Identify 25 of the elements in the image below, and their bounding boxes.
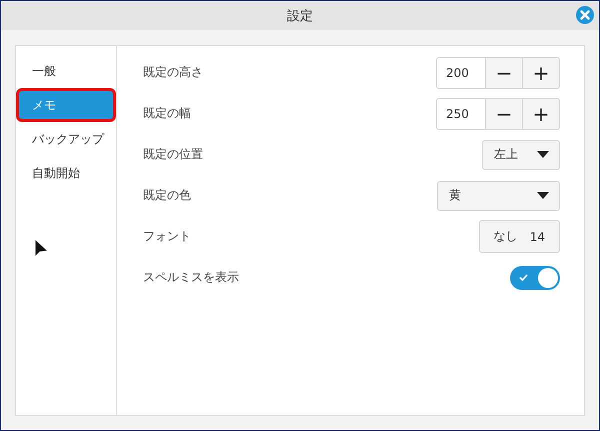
sidebar-item[interactable]: 自動開始: [16, 156, 116, 190]
setting-label: 既定の高さ: [143, 64, 203, 81]
sidebar-item[interactable]: バックアップ: [16, 122, 116, 156]
decrease-button[interactable]: −: [486, 56, 523, 88]
window-title: 設定: [287, 8, 313, 24]
number-field[interactable]: 250: [436, 98, 486, 130]
setting-label: 既定の色: [143, 187, 191, 204]
increase-button[interactable]: +: [523, 98, 560, 130]
check-icon: [519, 274, 528, 280]
setting-label: フォント: [143, 228, 191, 245]
increase-button[interactable]: +: [523, 56, 560, 88]
toggle-switch[interactable]: [510, 266, 560, 290]
close-button[interactable]: [576, 6, 594, 24]
caret-icon: [537, 151, 549, 158]
dropdown[interactable]: 黄: [437, 180, 560, 210]
font-button[interactable]: なし 14: [478, 220, 560, 253]
setting-label: スペルミスを表示: [143, 269, 239, 286]
caret-icon: [537, 192, 549, 199]
close-icon: [576, 6, 594, 24]
sidebar-item[interactable]: 一般: [16, 54, 116, 88]
setting-label: 既定の位置: [143, 146, 203, 163]
dropdown[interactable]: 左上: [482, 140, 560, 170]
setting-label: 既定の幅: [143, 105, 191, 122]
decrease-button[interactable]: −: [486, 98, 523, 130]
number-field[interactable]: 200: [436, 56, 486, 88]
